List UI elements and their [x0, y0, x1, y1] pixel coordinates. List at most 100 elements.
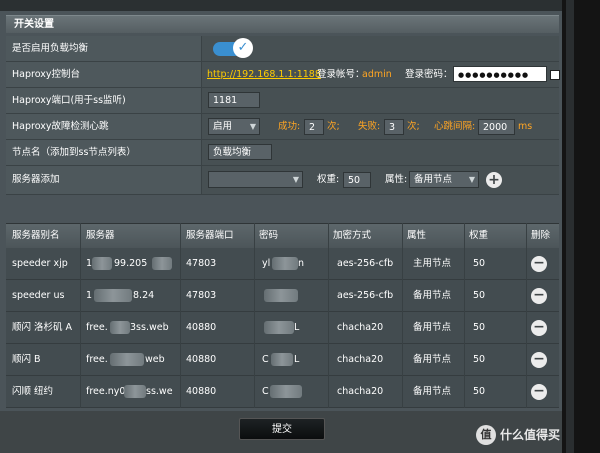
cell-port: 47803 — [186, 290, 217, 301]
cell-server-tail: web — [145, 354, 165, 365]
table-row: 闪顺 纽约 free.ny0 ss.we 40880 C chacha20 备用… — [6, 376, 559, 408]
interval-unit: ms — [518, 121, 533, 132]
server-add-label: 服务器添加 — [6, 166, 202, 194]
cell-alias: 顺闪 B — [12, 354, 41, 365]
col-header-method: 加密方式 — [333, 230, 372, 241]
attr-select[interactable]: 备用节点 ▼ — [409, 171, 479, 188]
success-unit: 次; — [327, 121, 340, 132]
check-icon: ✓ — [233, 38, 253, 58]
node-name-label: 节点名（添加到ss节点列表） — [6, 140, 202, 165]
cell-method: chacha20 — [337, 322, 384, 333]
cell-alias: speeder xjp — [12, 258, 68, 269]
table-row: 顺闪 洛杉矶 A free. 3ss.web 40880 L chacha20 … — [6, 312, 559, 344]
cell-server-tail: 99.205 — [114, 258, 148, 269]
redacted-blur — [270, 385, 302, 398]
row-console: Haproxy控制台 http://192.168.1.1:1188 登录帐号：… — [6, 62, 560, 88]
col-header-password: 密码 — [259, 230, 279, 241]
row-load-balance: 是否启用负载均衡 ✓ — [6, 36, 559, 62]
cell-port: 40880 — [186, 354, 217, 365]
account-label: 登录帐号： — [317, 69, 365, 80]
watermark-text: 什么值得买 — [499, 428, 560, 442]
redacted-blur — [110, 321, 130, 334]
cell-password: C — [262, 386, 269, 397]
cell-method: chacha20 — [337, 354, 384, 365]
fail-label: 失败: — [358, 121, 381, 132]
cell-password: yl — [262, 258, 271, 269]
row-heartbeat: Haproxy故障检测心跳 启用 ▼ 成功: 2 次; 失败: 3 次; 心跳间… — [6, 114, 559, 140]
cell-weight: 50 — [473, 258, 486, 269]
fail-input[interactable]: 3 — [384, 119, 404, 135]
show-password-checkbox[interactable] — [550, 70, 560, 80]
row-server-add: 服务器添加 ▼ 权重: 50 属性: 备用节点 ▼ + — [6, 166, 559, 195]
cell-attr: 主用节点 — [413, 258, 452, 269]
success-label: 成功: — [278, 121, 301, 132]
cell-alias: 顺闪 洛杉矶 A — [12, 322, 73, 333]
load-balance-label: 是否启用负载均衡 — [6, 36, 202, 61]
redacted-blur — [271, 353, 293, 366]
password-label: 登录密码： — [405, 69, 453, 80]
col-header-port: 服务器端口 — [186, 230, 234, 241]
cell-weight: 50 — [473, 354, 486, 365]
cell-method: aes-256-cfb — [337, 290, 394, 301]
attr-select-value: 备用节点 — [414, 174, 453, 185]
account-value: admin — [362, 69, 392, 80]
delete-row-button[interactable]: − — [531, 288, 547, 304]
delete-row-button[interactable]: − — [531, 256, 547, 272]
redacted-blur — [94, 289, 132, 302]
col-header-attr: 属性 — [407, 230, 427, 241]
interval-label: 心跳间隔: — [434, 121, 476, 132]
cell-password-tail: L — [294, 354, 300, 365]
col-header-server: 服务器 — [86, 230, 115, 241]
table-row: speeder us 1 8.24 47803 aes-256-cfb 备用节点… — [6, 280, 559, 312]
add-server-button[interactable]: + — [486, 172, 502, 188]
column-divider — [526, 223, 527, 408]
cell-server: free. — [86, 354, 108, 365]
redacted-blur — [272, 257, 298, 270]
redacted-blur — [124, 385, 146, 398]
delete-row-button[interactable]: − — [531, 320, 547, 336]
redacted-blur — [92, 257, 112, 270]
table-header: 服务器别名 服务器 服务器端口 密码 加密方式 属性 权重 删除 — [6, 223, 559, 248]
table-row: speeder xjp 1 99.205 47803 yl n aes-256-… — [6, 248, 559, 280]
column-divider — [328, 223, 329, 408]
password-field[interactable]: ●●●●●●●●●● — [453, 66, 547, 82]
load-balance-toggle[interactable]: ✓ — [213, 38, 253, 58]
top-bar — [0, 0, 600, 11]
port-input[interactable]: 1181 — [208, 92, 260, 108]
right-edge-strip — [566, 0, 574, 453]
cell-server-tail: 3ss.web — [130, 322, 169, 333]
heartbeat-select[interactable]: 启用 ▼ — [208, 118, 260, 135]
redacted-blur — [264, 321, 294, 334]
column-divider — [80, 223, 81, 408]
column-divider — [254, 223, 255, 408]
weight-input[interactable]: 50 — [343, 172, 371, 188]
redacted-blur — [110, 353, 144, 366]
fail-unit: 次; — [407, 121, 420, 132]
port-label: Haproxy端口(用于ss监听) — [6, 88, 202, 113]
row-port: Haproxy端口(用于ss监听) 1181 — [6, 88, 559, 114]
cell-attr: 备用节点 — [413, 386, 452, 397]
delete-row-button[interactable]: − — [531, 352, 547, 368]
cell-attr: 备用节点 — [413, 354, 452, 365]
cell-server: free. — [86, 322, 108, 333]
success-input[interactable]: 2 — [304, 119, 324, 135]
column-divider — [464, 223, 465, 408]
cell-alias: 闪顺 纽约 — [12, 386, 54, 397]
cell-attr: 备用节点 — [413, 290, 452, 301]
server-select[interactable]: ▼ — [208, 171, 303, 188]
section-title: 开关设置 — [6, 15, 559, 33]
submit-button[interactable]: 提交 — [239, 418, 325, 440]
cell-port: 40880 — [186, 386, 217, 397]
console-url-link[interactable]: http://192.168.1.1:1188 — [207, 62, 321, 87]
right-edge — [562, 0, 600, 453]
cell-weight: 50 — [473, 290, 486, 301]
heartbeat-label: Haproxy故障检测心跳 — [6, 114, 202, 139]
column-divider — [402, 223, 403, 408]
node-name-input[interactable]: 负载均衡 — [208, 144, 272, 160]
chevron-down-icon: ▼ — [249, 122, 256, 131]
heartbeat-select-value: 启用 — [213, 121, 233, 132]
delete-row-button[interactable]: − — [531, 384, 547, 400]
cell-port: 47803 — [186, 258, 217, 269]
cell-alias: speeder us — [12, 290, 65, 301]
interval-input[interactable]: 2000 — [478, 119, 515, 135]
